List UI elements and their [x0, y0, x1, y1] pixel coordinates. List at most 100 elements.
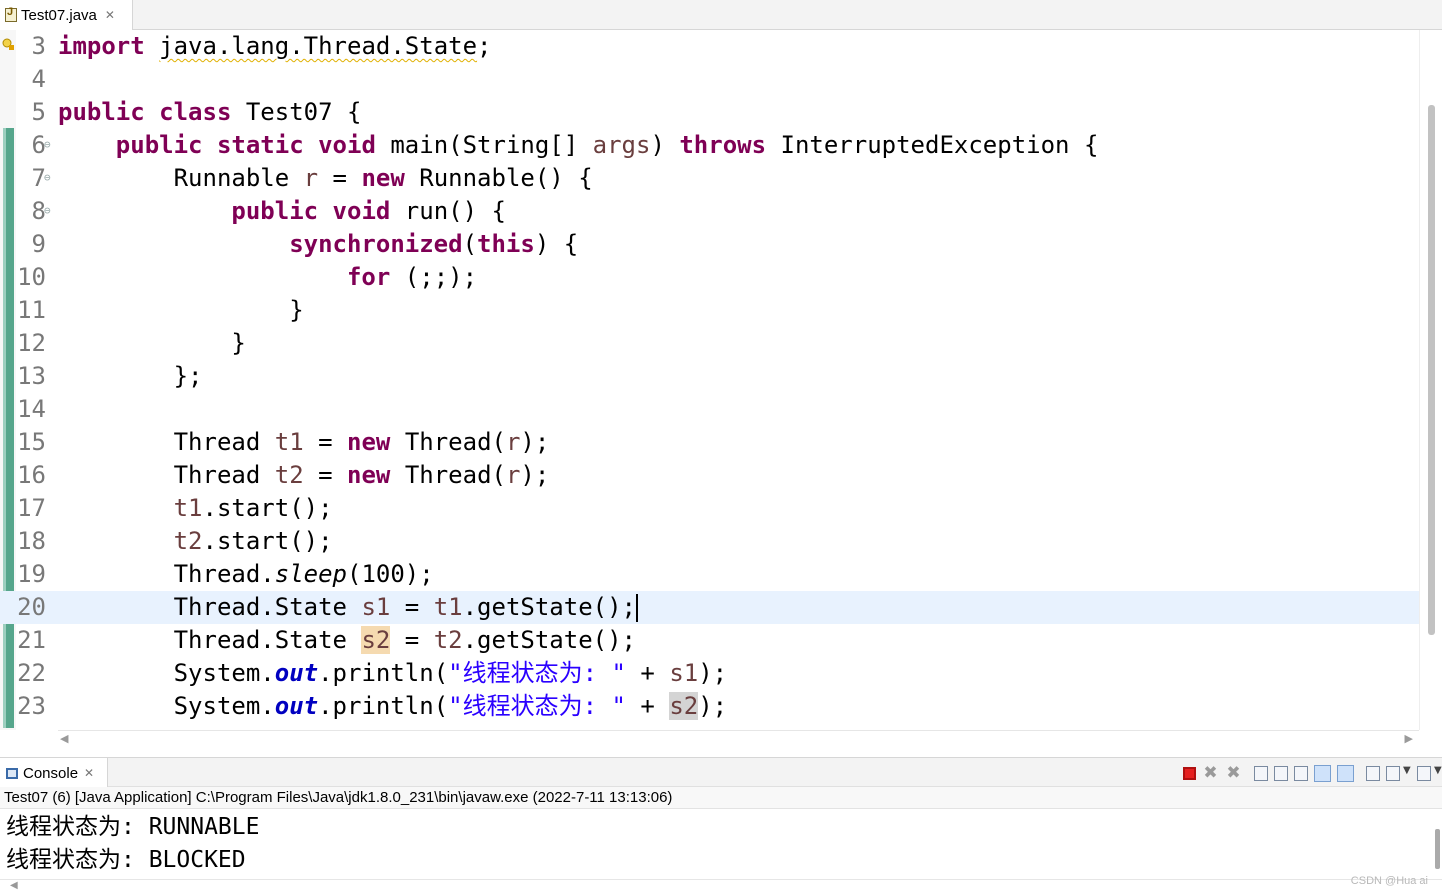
close-console-icon[interactable]: ✕	[84, 766, 94, 780]
display-console-icon[interactable]	[1386, 765, 1400, 781]
code-token: s1	[669, 659, 699, 687]
line-number: 16	[17, 461, 46, 489]
code-line[interactable]: 5 public class Test07 {	[0, 96, 1419, 129]
code-token: t1	[274, 428, 304, 456]
code-text: System.out.println("线程状态为: " + s2);	[173, 692, 728, 720]
fold-collapse-icon[interactable]: ⊖	[44, 194, 51, 227]
console-scrollbar-thumb[interactable]	[1435, 829, 1440, 869]
code-line[interactable]: 19 Thread.sleep(100);	[0, 558, 1419, 591]
close-tab-icon[interactable]: ✕	[105, 8, 115, 22]
dropdown-arrow-icon[interactable]: ▼	[1434, 765, 1442, 782]
code-token: void	[332, 197, 391, 225]
code-token: new	[361, 164, 405, 192]
code-text: public void run() {	[231, 197, 506, 225]
scrollbar-thumb[interactable]	[1428, 105, 1435, 635]
console-launch-info: Test07 (6) [Java Application] C:\Program…	[0, 787, 1442, 809]
code-token: public	[115, 131, 203, 159]
code-token: new	[347, 428, 391, 456]
line-number: 22	[17, 659, 46, 687]
code-text: public static void main(String[] args) t…	[115, 131, 1099, 159]
code-line[interactable]: 16 Thread t2 = new Thread(r);	[0, 459, 1419, 492]
remove-all-icon[interactable]: ✖	[1225, 764, 1242, 782]
word-wrap-icon[interactable]	[1294, 765, 1308, 781]
code-line[interactable]: 15 Thread t1 = new Thread(r);	[0, 426, 1419, 459]
code-token: public	[58, 98, 145, 126]
code-text: Thread t2 = new Thread(r);	[173, 461, 550, 489]
console-tab-label: Console	[23, 764, 79, 782]
line-number: 14	[17, 395, 46, 423]
code-token: s1	[361, 593, 391, 621]
code-line[interactable]: 11 }	[0, 294, 1419, 327]
code-line[interactable]: 13 };	[0, 360, 1419, 393]
line-number: 17	[17, 494, 46, 522]
editor-vertical-scrollbar[interactable]	[1419, 30, 1442, 730]
code-token: synchronized	[289, 230, 463, 258]
code-token: s2	[669, 692, 699, 720]
console-tab[interactable]: Console ✕	[0, 758, 108, 788]
scroll-right-icon[interactable]: ▶	[1405, 732, 1413, 745]
line-number: 6	[31, 131, 46, 159]
show-on-stderr-icon[interactable]	[1337, 764, 1354, 782]
console-horizontal-scrollbar[interactable]: ◀	[0, 879, 1442, 894]
terminate-icon[interactable]	[1183, 766, 1196, 780]
text-caret	[636, 594, 638, 622]
code-token: new	[347, 461, 391, 489]
line-number: 21	[17, 626, 46, 654]
console-output-line: 线程状态为: RUNNABLE	[6, 814, 260, 840]
code-token: java.lang.Thread.State	[159, 32, 478, 60]
scroll-lock-icon[interactable]	[1274, 765, 1288, 781]
console-output-line: 线程状态为: BLOCKED	[6, 847, 246, 873]
console-header: Console ✕ ✖ ✖ ▼ ▼	[0, 757, 1442, 788]
code-token: sleep	[274, 560, 347, 588]
remove-launch-icon[interactable]: ✖	[1202, 764, 1219, 782]
pin-console-icon[interactable]	[1366, 765, 1380, 781]
code-token: s2	[361, 626, 391, 654]
dropdown-arrow-icon[interactable]: ▼	[1403, 765, 1411, 782]
code-token: t2	[173, 527, 203, 555]
code-token: import	[58, 32, 145, 60]
code-line[interactable]: 10 for (;;);	[0, 261, 1419, 294]
line-number: 9	[31, 230, 46, 258]
line-number: 8	[31, 197, 46, 225]
show-on-stdout-icon[interactable]	[1314, 764, 1331, 782]
code-line[interactable]: 22 System.out.println("线程状态为: " + s1);	[0, 657, 1419, 690]
code-line[interactable]: 7 ⊖ Runnable r = new Runnable() {	[0, 162, 1419, 195]
line-number: 5	[31, 98, 46, 126]
code-line[interactable]: 14	[0, 393, 1419, 426]
code-line[interactable]: 3 import java.lang.Thread.State;	[0, 30, 1419, 63]
editor-horizontal-scrollbar[interactable]: ◀ ▶	[58, 730, 1419, 749]
scroll-left-icon[interactable]: ◀	[60, 732, 68, 745]
open-console-icon[interactable]	[1417, 765, 1431, 781]
line-number: 13	[17, 362, 46, 390]
code-line[interactable]: 21 Thread.State s2 = t2.getState();	[0, 624, 1419, 657]
code-line[interactable]: 6 ⊖ public static void main(String[] args…	[0, 129, 1419, 162]
code-token: throws	[679, 131, 767, 159]
line-number: 10	[17, 263, 46, 291]
fold-collapse-icon[interactable]: ⊖	[44, 128, 51, 161]
code-line[interactable]: 18 t2.start();	[0, 525, 1419, 558]
code-line[interactable]: 8 ⊖ public void run() {	[0, 195, 1419, 228]
code-token: t2	[274, 461, 304, 489]
line-number: 15	[17, 428, 46, 456]
code-line[interactable]: 23 System.out.println("线程状态为: " + s2);	[0, 690, 1419, 723]
clear-console-icon[interactable]	[1254, 765, 1268, 781]
editor-tab-test07[interactable]: Test07.java ✕	[0, 0, 133, 30]
code-text: Runnable r = new Runnable() {	[173, 164, 593, 192]
code-line[interactable]: 20 Thread.State s1 = t1.getState();	[0, 591, 1419, 624]
code-line[interactable]: 9 synchronized(this) {	[0, 228, 1419, 261]
fold-collapse-icon[interactable]: ⊖	[44, 161, 51, 194]
code-text: Thread.sleep(100);	[173, 560, 434, 588]
scroll-left-icon[interactable]: ◀	[10, 880, 18, 891]
code-line[interactable]: 4	[0, 63, 1419, 96]
code-text: synchronized(this) {	[289, 230, 579, 258]
code-token: t1	[433, 593, 463, 621]
code-token: out	[274, 659, 319, 687]
code-token: static	[216, 131, 304, 159]
console-output[interactable]: 线程状态为: RUNNABLE 线程状态为: BLOCKED ◀ CSDN @H…	[0, 809, 1442, 893]
code-line[interactable]: 12 }	[0, 327, 1419, 360]
code-editor[interactable]: 3 import java.lang.Thread.State; 4 5 public …	[0, 30, 1442, 750]
line-number: 20	[17, 593, 46, 621]
code-token: args	[592, 131, 651, 159]
code-token: r	[303, 164, 319, 192]
code-line[interactable]: 17 t1.start();	[0, 492, 1419, 525]
